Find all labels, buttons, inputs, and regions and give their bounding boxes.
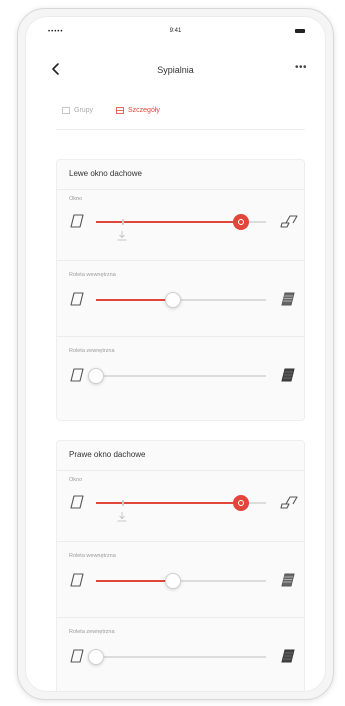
row-label: Okno: [69, 477, 83, 483]
slider-track[interactable]: [88, 649, 266, 665]
details-tab-icon: [116, 107, 124, 114]
slider-track[interactable]: [88, 368, 266, 384]
roof-window-card: Lewe okno dachowe Okno Roleta wewnętrzna Ro…: [56, 159, 305, 421]
phone-screen: ••••• 9:41 Sypialnia ••• Grupy Szczegóły…: [25, 16, 326, 692]
slider-row: [57, 362, 304, 390]
row-divider: [57, 336, 304, 337]
shutter-closed-icon[interactable]: [280, 368, 296, 382]
saved-position-icon: [116, 229, 128, 241]
slider-knob[interactable]: [164, 292, 181, 308]
slider-knob[interactable]: [88, 368, 104, 384]
window-open-icon[interactable]: [280, 495, 298, 509]
tab-details[interactable]: Szczegóły: [116, 107, 160, 114]
slider-track[interactable]: [96, 214, 266, 241]
slider-knob[interactable]: [164, 573, 181, 589]
slider-row: [57, 643, 304, 671]
row-divider: [57, 260, 304, 261]
view-tabs: Grupy Szczegóły: [56, 107, 305, 130]
row-label: Roleta zewnętrzna: [69, 348, 115, 354]
card-title: Prawe okno dachowe: [69, 450, 146, 459]
saved-position-icon: [116, 510, 128, 522]
slider-row: [57, 489, 304, 522]
nav-bar: Sypialnia •••: [26, 59, 325, 81]
row-label: Roleta zewnętrzna: [69, 629, 115, 635]
tab-details-label: Szczegóły: [128, 107, 160, 114]
window-closed-icon[interactable]: [69, 292, 85, 306]
slider-knob[interactable]: [232, 214, 249, 230]
more-options-icon[interactable]: •••: [295, 62, 307, 73]
slider-tick: [121, 219, 124, 225]
row-label: Roleta wewnętrzna: [69, 553, 116, 559]
blind-closed-icon[interactable]: [280, 573, 296, 587]
tab-groups-label: Grupy: [74, 107, 94, 114]
status-bar: ••••• 9:41: [26, 17, 325, 43]
slider-tick: [121, 500, 124, 506]
row-divider: [57, 541, 304, 542]
row-label: Roleta wewnętrzna: [69, 272, 116, 278]
row-divider: [57, 189, 304, 190]
row-label: Okno: [69, 196, 83, 202]
shutter-closed-icon[interactable]: [280, 649, 296, 663]
window-closed-icon[interactable]: [69, 573, 85, 587]
roof-window-card: Prawe okno dachowe Okno Roleta wewnętrzna R…: [56, 440, 305, 691]
window-closed-icon[interactable]: [69, 368, 85, 382]
groups-tab-icon: [62, 107, 70, 114]
slider-track[interactable]: [96, 573, 266, 589]
slider-row: [57, 286, 304, 314]
window-closed-icon[interactable]: [69, 495, 85, 509]
slider-row: [57, 567, 304, 595]
blind-closed-icon[interactable]: [280, 292, 296, 306]
window-open-icon[interactable]: [280, 214, 298, 228]
page-title: Sypialnia: [157, 65, 194, 75]
slider-track[interactable]: [96, 292, 266, 308]
phone-frame: ••••• 9:41 Sypialnia ••• Grupy Szczegóły…: [17, 8, 334, 700]
slider-fill: [96, 502, 241, 504]
slider-track[interactable]: [96, 495, 266, 522]
slider-fill: [96, 299, 173, 301]
window-closed-icon[interactable]: [69, 649, 85, 663]
slider-fill: [96, 221, 241, 223]
status-time: 9:41: [169, 28, 182, 34]
tab-groups[interactable]: Grupy: [62, 107, 93, 114]
row-divider: [57, 470, 304, 471]
slider-knob[interactable]: [88, 649, 104, 665]
slider-knob[interactable]: [232, 495, 249, 511]
row-divider: [57, 617, 304, 618]
slider-row: [57, 208, 304, 241]
battery-icon: [295, 29, 305, 33]
window-closed-icon[interactable]: [69, 214, 85, 228]
card-title: Lewe okno dachowe: [69, 169, 142, 178]
slider-fill: [96, 580, 173, 582]
